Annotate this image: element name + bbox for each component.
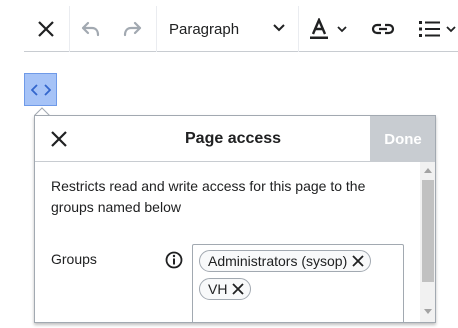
- code-icon: [30, 83, 51, 96]
- scroll-down-arrow-icon[interactable]: [424, 309, 432, 315]
- redo-button[interactable]: [112, 6, 154, 52]
- close-icon: [51, 131, 67, 147]
- remove-chip-button[interactable]: [232, 283, 245, 295]
- close-icon: [352, 255, 364, 267]
- list-button[interactable]: [410, 6, 458, 52]
- page-access-dialog: Page access Done Restricts read and writ…: [34, 115, 436, 323]
- close-editor-button[interactable]: [24, 6, 68, 52]
- group-chip[interactable]: Administrators (sysop): [199, 250, 372, 272]
- dialog-close-button[interactable]: [35, 116, 83, 162]
- dialog-description: Restricts read and write access for this…: [51, 178, 366, 215]
- chevron-down-icon: [445, 26, 456, 33]
- chevron-down-icon: [273, 24, 285, 32]
- scroll-up-arrow-icon[interactable]: [424, 167, 432, 173]
- chevron-down-icon: [337, 26, 347, 33]
- info-icon[interactable]: [165, 251, 183, 269]
- list-icon: [418, 21, 440, 37]
- editor-toolbar: Paragraph: [24, 6, 458, 52]
- close-icon: [232, 283, 245, 295]
- dialog-header: Page access Done: [35, 116, 435, 162]
- groups-input[interactable]: Administrators (sysop) VH: [192, 244, 404, 322]
- close-icon: [38, 21, 54, 37]
- group-chip-label: Administrators (sysop): [208, 253, 348, 269]
- group-chip[interactable]: VH: [199, 278, 252, 300]
- scrollbar-thumb[interactable]: [422, 180, 434, 282]
- undo-icon: [81, 21, 100, 37]
- dialog-title: Page access: [185, 130, 282, 147]
- group-chip-label: VH: [208, 281, 228, 297]
- text-style-button[interactable]: [300, 6, 356, 52]
- format-value: Paragraph: [169, 20, 240, 38]
- text-style-icon: [310, 18, 328, 39]
- done-button[interactable]: Done: [370, 116, 435, 162]
- groups-label: Groups: [51, 251, 97, 267]
- code-node[interactable]: [24, 73, 57, 106]
- remove-chip-button[interactable]: [352, 255, 364, 267]
- link-icon: [371, 23, 395, 35]
- redo-icon: [123, 21, 142, 37]
- undo-button[interactable]: [70, 6, 110, 52]
- paragraph-format-dropdown[interactable]: Paragraph: [157, 6, 296, 52]
- dialog-scrollbar[interactable]: [420, 162, 435, 322]
- toolbar-divider: [298, 6, 299, 52]
- link-button[interactable]: [360, 6, 406, 52]
